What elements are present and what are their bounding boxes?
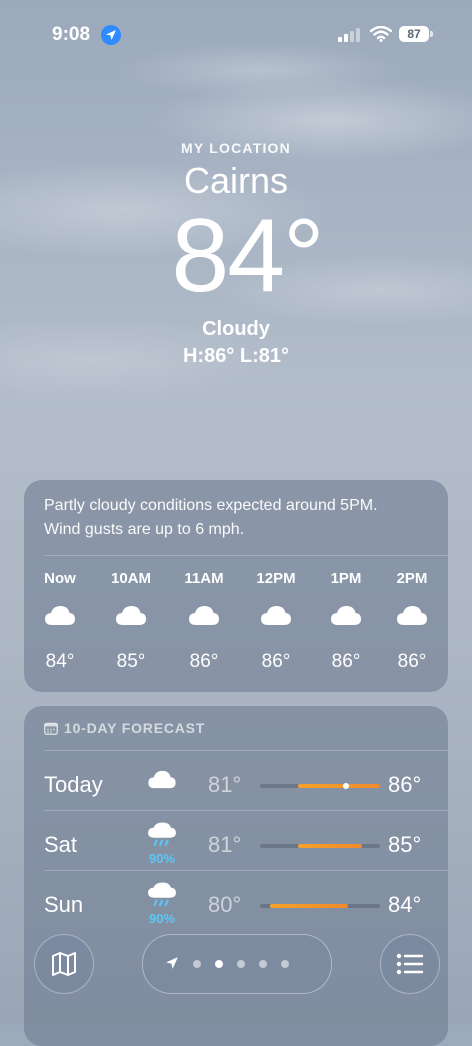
temperature-range-fill <box>298 844 362 848</box>
hour-temp: 84° <box>45 651 75 672</box>
forecast-low: 81° <box>208 772 242 797</box>
forecast-day: Sat <box>44 832 78 857</box>
bottom-toolbar <box>0 920 472 1024</box>
forecast-high: 86° <box>388 772 422 797</box>
page-dot <box>193 960 201 968</box>
current-temperature-dot <box>343 783 349 789</box>
forecast-high: 84° <box>388 892 422 917</box>
hour-label: 11AM <box>184 570 224 587</box>
hour-label: Now <box>44 570 76 587</box>
hour-item: Now 84° <box>30 570 90 673</box>
cellular-signal-icon <box>338 28 360 42</box>
page-dot <box>259 960 267 968</box>
temperature-range-bar <box>260 904 380 908</box>
forecast-high: 85° <box>388 832 422 857</box>
location-arrow-icon <box>101 25 121 45</box>
hour-label: 10AM <box>110 570 151 587</box>
cloud-icon <box>142 770 182 795</box>
temperature-range-fill <box>270 904 348 908</box>
summary-line: Partly cloudy conditions expected around… <box>44 497 378 514</box>
precipitation-chance: 90% <box>148 851 176 866</box>
forecast-day: Today <box>44 772 103 797</box>
status-bar: 9:08 87 <box>0 0 472 70</box>
city-name: Cairns <box>183 160 289 201</box>
map-icon <box>52 952 76 976</box>
cloud-icon <box>316 605 376 631</box>
hour-temp: 85° <box>116 651 146 672</box>
hour-item: 1PM 86° <box>316 570 376 673</box>
current-temperature: 84° <box>171 198 324 314</box>
battery-indicator: 87 <box>399 26 429 42</box>
divider <box>44 750 448 751</box>
hour-label: 1PM <box>330 570 362 587</box>
location-list-button[interactable] <box>380 934 440 994</box>
list-icon <box>396 953 424 975</box>
high-low-temperature: H:86° L:81° <box>182 345 290 367</box>
forecast-header: 10-DAY FORECAST <box>44 720 205 736</box>
page-dot <box>237 960 245 968</box>
hour-temp: 86° <box>397 651 427 672</box>
hour-label: 2PM <box>396 570 428 587</box>
location-arrow-icon <box>166 957 178 969</box>
cloud-icon <box>101 605 161 631</box>
hour-temp: 86° <box>261 651 291 672</box>
hourly-forecast-card[interactable]: Partly cloudy conditions expected around… <box>24 480 448 692</box>
cloud-icon <box>246 605 306 631</box>
hour-item: 11AM 86° <box>174 570 234 673</box>
my-location-label: MY LOCATION <box>181 140 291 156</box>
divider <box>44 870 448 871</box>
location-header: MY LOCATION Cairns 84° Cloudy H:86° L:81… <box>0 140 472 368</box>
hour-item: 10AM 85° <box>101 570 161 673</box>
temperature-range-bar <box>260 783 380 789</box>
status-time: 9:08 <box>52 24 91 45</box>
hour-label: 12PM <box>256 570 296 587</box>
forecast-low: 81° <box>208 832 242 857</box>
forecast-day: Sun <box>44 892 84 917</box>
hour-temp: 86° <box>331 651 361 672</box>
divider <box>44 810 448 811</box>
hour-item: 2PM 86° <box>382 570 442 673</box>
cloud-icon <box>30 605 90 631</box>
forecast-title: 10-DAY FORECAST <box>64 720 206 736</box>
location-page-indicator[interactable] <box>142 934 332 994</box>
summary-line: Wind gusts are up to 6 mph. <box>44 521 245 538</box>
cloud-icon <box>382 605 442 631</box>
page-dot <box>215 960 223 968</box>
hour-item: 12PM 86° <box>246 570 306 673</box>
forecast-row-today[interactable]: Today 81° 86° <box>24 752 448 812</box>
current-condition: Cloudy <box>202 318 270 340</box>
hour-temp: 86° <box>189 651 219 672</box>
divider <box>44 555 448 556</box>
cloud-icon <box>174 605 234 631</box>
battery-tip <box>430 31 433 37</box>
forecast-low: 80° <box>208 892 242 917</box>
conditions-summary: Partly cloudy conditions expected around… <box>44 494 434 542</box>
wifi-icon <box>370 26 392 42</box>
calendar-icon <box>44 722 58 735</box>
temperature-range-bar <box>260 844 380 848</box>
forecast-row-sat[interactable]: Sat 90% 81° 85° <box>24 812 448 872</box>
page-dot <box>281 960 289 968</box>
map-button[interactable] <box>34 934 94 994</box>
temperature-range-fill <box>298 784 380 788</box>
cloud-rain-icon: 90% <box>142 822 182 866</box>
